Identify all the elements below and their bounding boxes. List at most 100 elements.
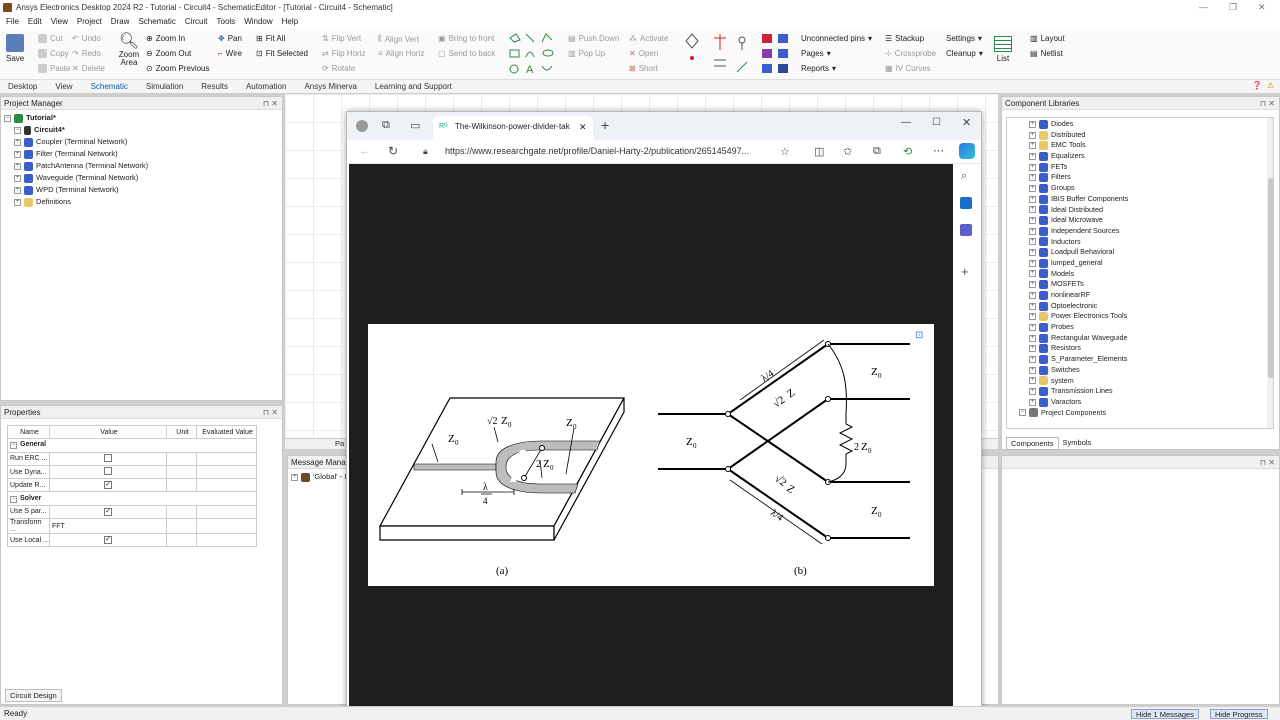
back-icon[interactable]: ← (359, 145, 370, 157)
align-horiz-button[interactable]: ≡ Align Horiz (378, 49, 424, 58)
menu-help[interactable]: Help (282, 17, 298, 26)
add-sidebar-icon[interactable]: + (961, 264, 969, 279)
push-down-button[interactable]: ▤ Push Down (568, 34, 619, 43)
expand-icon[interactable]: + (1029, 334, 1036, 342)
tab-close-icon[interactable]: ✕ (579, 116, 587, 138)
collapse-icon[interactable]: − (4, 114, 11, 122)
save-button[interactable]: Save (6, 34, 24, 63)
tree-item-waveguide[interactable]: + Waveguide (Terminal Network) (4, 172, 282, 184)
split-screen-icon[interactable]: ◫ (814, 145, 824, 158)
iv-curves-button[interactable]: ▦ IV Curves (885, 64, 931, 73)
more-menu-icon[interactable]: ⋯ (933, 144, 944, 157)
expand-icon[interactable]: + (1029, 142, 1036, 150)
browser-close-icon[interactable]: ✕ (962, 116, 971, 129)
expand-icon[interactable]: + (1029, 249, 1036, 257)
expand-icon[interactable]: + (1029, 174, 1036, 182)
expand-icon[interactable]: + (1029, 355, 1036, 363)
extension-icon[interactable]: ⟲ (903, 145, 912, 158)
library-item-project-components[interactable]: − Project Components (1019, 408, 1273, 419)
tab-schematic[interactable]: Schematic (91, 82, 128, 91)
library-item[interactable]: + Independent Sources (1029, 226, 1273, 237)
expand-icon[interactable]: + (1029, 302, 1036, 310)
expand-icon[interactable]: + (14, 174, 21, 182)
library-item[interactable]: + S_Parameter_Elements (1029, 354, 1273, 365)
menu-window[interactable]: Window (244, 17, 272, 26)
collapse-icon[interactable]: − (1019, 409, 1026, 417)
collapse-icon[interactable]: − (10, 442, 17, 450)
expand-icon[interactable]: + (14, 138, 21, 146)
browser-minimize-icon[interactable]: — (901, 117, 911, 128)
use-s-par-checkbox[interactable]: ✓ (104, 507, 112, 516)
expand-icon[interactable]: + (1029, 259, 1036, 267)
copy-button[interactable]: Copy (38, 49, 69, 58)
expand-icon[interactable]: + (1029, 131, 1036, 139)
section-solver[interactable]: − Solver (7, 491, 257, 506)
zoom-out-button[interactable]: ⊖ Zoom Out (146, 49, 191, 58)
wire-button[interactable]: ⌐ Wire (218, 49, 242, 58)
pin-close-icon[interactable]: ⊓ ✕ (263, 406, 278, 419)
tab-learning-and-support[interactable]: Learning and Support (375, 82, 452, 91)
pin-close-icon[interactable]: ⊓ ✕ (263, 97, 278, 110)
transform-value[interactable]: FFT (49, 518, 167, 535)
flip-vert-button[interactable]: ⇅ Flip Vert (322, 34, 361, 43)
library-item[interactable]: + Power Electronics Tools (1029, 311, 1273, 322)
collections-icon[interactable]: ⧉ (873, 145, 881, 158)
favorite-star-icon[interactable]: ☆ (780, 145, 790, 158)
expand-icon[interactable]: + (1029, 152, 1036, 160)
expand-icon[interactable]: + (1029, 163, 1036, 171)
redo-button[interactable]: ↷ Redo (72, 49, 101, 58)
tree-root[interactable]: − Tutorial* (4, 112, 282, 124)
library-item[interactable]: + Probes (1029, 322, 1273, 333)
library-item[interactable]: + Transmission Lines (1029, 386, 1273, 397)
menu-edit[interactable]: Edit (28, 17, 42, 26)
browser-maximize-icon[interactable]: ☐ (932, 117, 941, 128)
open-button[interactable]: ✕ Open (629, 49, 658, 58)
layout-button[interactable]: ▥ Layout (1030, 34, 1065, 43)
menu-tools[interactable]: Tools (217, 17, 236, 26)
library-item[interactable]: + nonlinearRF (1029, 290, 1273, 301)
expand-icon[interactable]: + (1029, 323, 1036, 331)
zoom-in-button[interactable]: ⊕ Zoom In (146, 34, 185, 43)
pin-close-icon[interactable]: ⊓ ✕ (1260, 97, 1275, 110)
search-icon[interactable]: ⌕ (961, 170, 967, 183)
expand-icon[interactable]: + (1029, 281, 1036, 289)
library-item[interactable]: + Ideal Distributed (1029, 205, 1273, 216)
expand-icon[interactable]: + (1029, 270, 1036, 278)
library-item[interactable]: + Varactors (1029, 397, 1273, 408)
fit-all-button[interactable]: ⊞ Fit All (256, 34, 285, 43)
library-item[interactable]: + Groups (1029, 183, 1273, 194)
help-icon[interactable]: ❓ (1252, 81, 1262, 90)
expand-icon[interactable]: + (1029, 366, 1036, 374)
library-item[interactable]: + Diodes (1029, 119, 1273, 130)
library-item[interactable]: + Models (1029, 269, 1273, 280)
use-local-checkbox[interactable]: ✓ (104, 536, 112, 545)
short-button[interactable]: ⊠ Short (629, 64, 658, 73)
zoom-previous-button[interactable]: ⊙ Zoom Previous (146, 64, 210, 73)
tree-item-definitions[interactable]: + Definitions (4, 196, 282, 208)
favorites-icon[interactable]: ✩ (843, 145, 852, 158)
expand-icon[interactable]: + (1029, 398, 1036, 406)
pin-close-icon[interactable]: ⊓ ✕ (1260, 456, 1275, 469)
profile-icon[interactable] (356, 120, 368, 132)
url-field[interactable]: https://www.researchgate.net/profile/Dan… (445, 146, 749, 156)
expand-icon[interactable]: + (1029, 120, 1036, 128)
teams-icon[interactable] (960, 224, 972, 236)
delete-button[interactable]: ✕ Delete (72, 64, 105, 73)
minimize-icon[interactable]: — (1199, 0, 1208, 15)
tab-simulation[interactable]: Simulation (146, 82, 183, 91)
unconnected-pins-dropdown[interactable]: Unconnected pins ▾ (801, 34, 872, 43)
browser-tab-active[interactable]: Rᴳ The-Wilkinson-power-divider-tak ✕ (433, 116, 593, 140)
close-icon[interactable]: ✕ (1258, 0, 1266, 15)
update-r-checkbox[interactable]: ✓ (104, 481, 112, 490)
menu-project[interactable]: Project (77, 17, 102, 26)
list-button[interactable]: List (994, 36, 1012, 63)
library-scrollbar[interactable] (1267, 118, 1273, 428)
flip-horiz-button[interactable]: ⇄ Flip Horiz (322, 49, 365, 58)
tab-actions-icon[interactable]: ▭ (410, 119, 420, 132)
section-general[interactable]: − General (7, 438, 257, 453)
menu-view[interactable]: View (51, 17, 68, 26)
send-to-back-button[interactable]: ▢ Send to back (438, 49, 495, 58)
analysis-tools-gallery[interactable] (760, 32, 792, 76)
warning-icon[interactable]: ⚠ (1267, 81, 1274, 90)
expand-icon[interactable]: + (1029, 291, 1036, 299)
